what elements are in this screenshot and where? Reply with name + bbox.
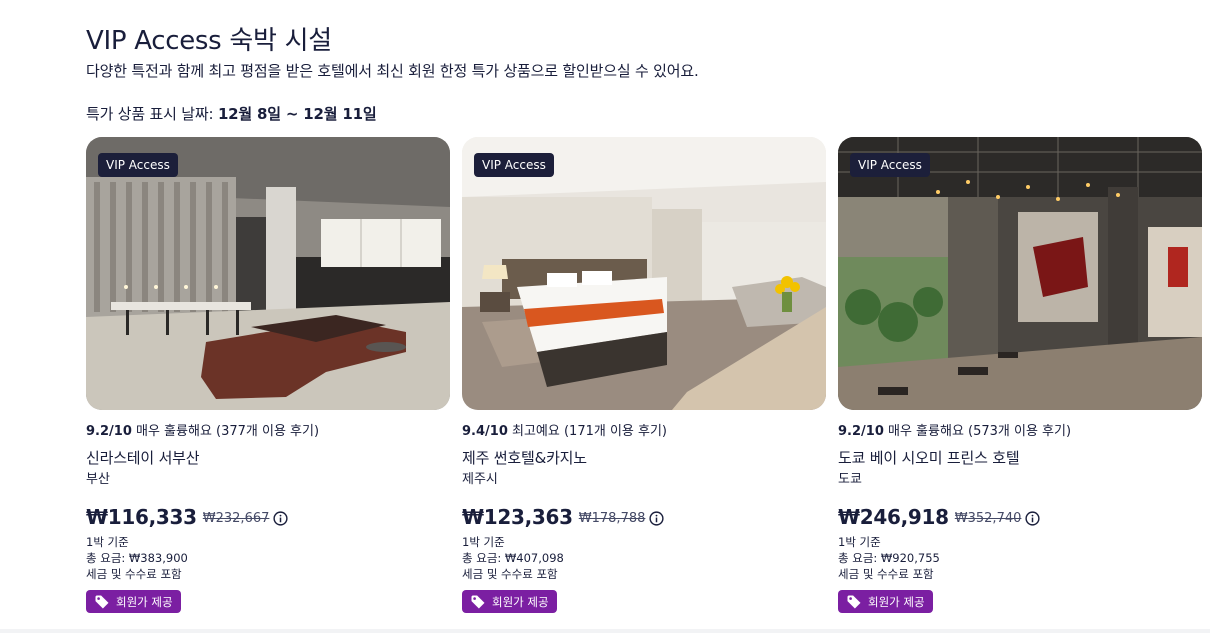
hotel-name[interactable]: 제주 썬호텔&카지노 (462, 448, 826, 468)
section-divider (0, 629, 1210, 633)
current-price: ₩246,918 (838, 505, 949, 529)
rating: 9.2/10 매우 훌륭해요 (573개 이용 후기) (838, 423, 1202, 441)
per-night-note: 1박 기준 (838, 535, 881, 549)
vip-access-badge: VIP Access (98, 153, 178, 177)
tag-icon (471, 595, 485, 608)
current-price: ₩116,333 (86, 505, 197, 529)
deal-dates: 특가 상품 표시 날짜: 12월 8일 ~ 12월 11일 (86, 104, 1210, 124)
hotel-card[interactable]: VIP Access 9.2/10 매우 훌륭해요 (377개 이용 후기) 신… (86, 137, 450, 614)
deal-dates-label: 특가 상품 표시 날짜: (86, 105, 218, 123)
info-circle-icon[interactable] (273, 510, 288, 526)
price-row: ₩116,333 ₩232,667 (86, 505, 450, 529)
hotel-photo-atrium (838, 137, 1202, 410)
total-price: 총 요금: ₩383,900 (86, 551, 188, 565)
section-subtitle: 다양한 특전과 함께 최고 평점을 받은 호텔에서 최신 회원 한정 특가 상품… (86, 62, 699, 80)
tax-note: 세금 및 수수료 포함 (86, 567, 182, 581)
hotel-photo-lobby (86, 137, 450, 410)
original-price: ₩232,667 (202, 511, 270, 526)
member-price-badge: 회원가 제공 (462, 590, 557, 613)
hotel-photo-bedroom (462, 137, 826, 410)
total-price: 총 요금: ₩407,098 (462, 551, 564, 565)
hotel-card[interactable]: VIP Access 9.4/10 최고예요 (171개 이용 후기) 제주 썬… (462, 137, 826, 614)
original-price: ₩178,788 (578, 511, 646, 526)
vip-access-badge: VIP Access (850, 153, 930, 177)
vip-access-section: VIP Access 숙박 시설 다양한 특전과 함께 최고 평점을 받은 호텔… (86, 22, 1210, 613)
vip-access-badge: VIP Access (474, 153, 554, 177)
section-title: VIP Access 숙박 시설 (86, 26, 332, 56)
member-price-badge: 회원가 제공 (838, 590, 933, 613)
hotel-photo[interactable]: VIP Access (462, 137, 826, 410)
hotel-city: 제주시 (462, 472, 498, 487)
rating: 9.2/10 매우 훌륭해요 (377개 이용 후기) (86, 423, 450, 441)
member-price-label: 회원가 제공 (868, 594, 925, 609)
info-circle-icon[interactable] (1025, 510, 1040, 526)
hotel-city: 부산 (86, 472, 110, 487)
per-night-note: 1박 기준 (462, 535, 505, 549)
price-row: ₩246,918 ₩352,740 (838, 505, 1202, 529)
hotel-name[interactable]: 도쿄 베이 시오미 프린스 호텔 (838, 448, 1202, 468)
deal-dates-value: 12월 8일 ~ 12월 11일 (217, 105, 377, 123)
rating-text: 매우 훌륭해요 (573개 이용 후기) (883, 424, 1072, 439)
original-price: ₩352,740 (954, 511, 1022, 526)
hotel-photo[interactable]: VIP Access (86, 137, 450, 410)
rating-score: 9.2/10 (86, 424, 132, 439)
hotel-photo[interactable]: VIP Access (838, 137, 1202, 410)
tax-note: 세금 및 수수료 포함 (838, 567, 934, 581)
total-price: 총 요금: ₩920,755 (838, 551, 940, 565)
member-price-label: 회원가 제공 (116, 594, 173, 609)
rating-score: 9.2/10 (838, 424, 884, 439)
rating-score: 9.4/10 (462, 424, 508, 439)
tax-note: 세금 및 수수료 포함 (462, 567, 558, 581)
per-night-note: 1박 기준 (86, 535, 129, 549)
tag-icon (95, 595, 109, 608)
info-circle-icon[interactable] (649, 510, 664, 526)
hotel-name[interactable]: 신라스테이 서부산 (86, 448, 450, 468)
rating-text: 매우 훌륭해요 (377개 이용 후기) (131, 424, 320, 439)
price-row: ₩123,363 ₩178,788 (462, 505, 826, 529)
rating-text: 최고예요 (171개 이용 후기) (507, 424, 668, 439)
rating: 9.4/10 최고예요 (171개 이용 후기) (462, 423, 826, 441)
member-price-badge: 회원가 제공 (86, 590, 181, 613)
hotel-card[interactable]: VIP Access 9.2/10 매우 훌륭해요 (573개 이용 후기) 도… (838, 137, 1202, 614)
hotel-card-list: VIP Access 9.2/10 매우 훌륭해요 (377개 이용 후기) 신… (86, 137, 1202, 614)
current-price: ₩123,363 (462, 505, 573, 529)
tag-icon (847, 595, 861, 608)
hotel-city: 도쿄 (838, 472, 862, 487)
member-price-label: 회원가 제공 (492, 594, 549, 609)
